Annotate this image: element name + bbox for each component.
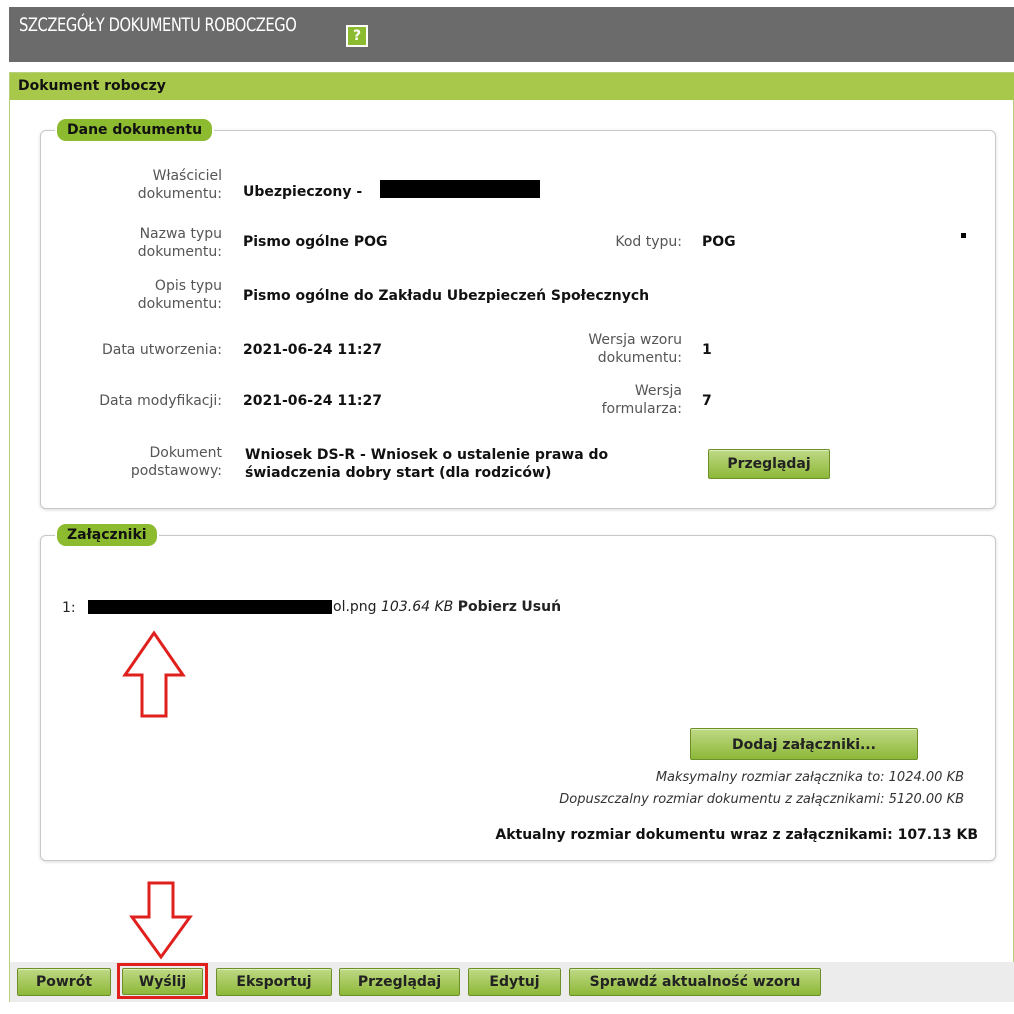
attachment-download-link[interactable]: Pobierz (458, 599, 517, 615)
browse-button[interactable]: Przeglądaj (339, 968, 460, 996)
attachment-name-redaction (88, 600, 332, 614)
base-doc-label: Dokument podstawowy: (60, 444, 222, 480)
base-doc-value-line2: świadczenia dobry start (dla rodziców) (245, 465, 552, 481)
send-button[interactable]: Wyślij (122, 968, 203, 995)
browse-base-doc-button[interactable]: Przeglądaj (708, 449, 830, 479)
add-attachments-button[interactable]: Dodaj załączniki... (690, 728, 918, 760)
owner-redaction (380, 180, 540, 198)
owner-label-line2: dokumentu: (137, 186, 222, 202)
base-doc-label-line1: Dokument (149, 445, 222, 461)
attachment-details: ol.png 103.64 KB Pobierz Usuń (333, 599, 561, 615)
current-size-text: Aktualny rozmiar dokumentu wraz z załącz… (495, 827, 978, 843)
created-value: 2021-06-24 11:27 (243, 342, 382, 358)
type-desc-label: Opis typu dokumentu: (60, 277, 222, 313)
type-name-value: Pismo ogólne POG (243, 234, 388, 250)
edit-button[interactable]: Edytuj (468, 968, 561, 996)
form-version-value: 7 (702, 393, 712, 409)
template-version-label-line1: Wersja wzoru (588, 332, 682, 348)
modified-label: Data modyfikacji: (99, 393, 222, 409)
template-version-label-line2: dokumentu: (597, 350, 682, 366)
type-code-value: POG (702, 234, 736, 250)
dot-artifact (961, 233, 966, 238)
back-button[interactable]: Powrót (17, 968, 111, 996)
max-attachment-size-note: Maksymalny rozmiar załącznika to: 1024.0… (655, 770, 964, 785)
type-name-label-line1: Nazwa typu (139, 226, 222, 242)
owner-label-line1: Właściciel (152, 168, 222, 184)
export-button[interactable]: Eksportuj (216, 968, 332, 996)
attachment-index: 1: (62, 600, 76, 616)
type-name-label-line2: dokumentu: (137, 244, 222, 260)
owner-label: Właściciel dokumentu: (60, 167, 222, 203)
attachment-delete-link[interactable]: Usuń (521, 599, 561, 615)
base-doc-label-line2: podstawowy: (130, 463, 222, 479)
base-doc-value-line1: Wniosek DS-R - Wniosek o ustalenie prawa… (245, 447, 609, 463)
check-template-button[interactable]: Sprawdź aktualność wzoru (569, 968, 821, 996)
base-doc-value: Wniosek DS-R - Wniosek o ustalenie prawa… (245, 446, 608, 482)
attachment-filename[interactable]: ol.png (333, 599, 377, 615)
owner-value: Ubezpieczony - (243, 184, 363, 200)
page-title: SZCZEGÓŁY DOKUMENTU ROBOCZEGO (19, 14, 297, 36)
attachment-size: 103.64 KB (381, 599, 454, 615)
document-data-legend: Dane dokumentu (57, 119, 213, 141)
type-desc-label-line2: dokumentu: (137, 296, 222, 312)
form-version-label: Wersja formularza: (520, 382, 682, 418)
template-version-value: 1 (702, 342, 712, 358)
template-version-label: Wersja wzoru dokumentu: (520, 331, 682, 367)
max-document-size-note: Dopuszczalny rozmiar dokumentu z załączn… (559, 792, 964, 807)
created-label: Data utworzenia: (101, 342, 222, 358)
form-version-label-line1: Wersja (634, 383, 682, 399)
attachments-legend: Załączniki (57, 524, 157, 546)
attachment-row: 1: (62, 600, 76, 616)
type-name-label: Nazwa typu dokumentu: (60, 225, 222, 261)
type-code-label: Kod typu: (615, 234, 682, 250)
type-desc-value: Pismo ogólne do Zakładu Ubezpieczeń Społ… (243, 288, 650, 304)
help-icon[interactable]: ? (346, 25, 368, 47)
panel-title: Dokument roboczy (18, 78, 166, 94)
annotation-up-arrow-icon (122, 630, 186, 718)
annotation-down-arrow-icon (129, 881, 193, 960)
type-desc-label-line1: Opis typu (154, 278, 222, 294)
modified-value: 2021-06-24 11:27 (243, 393, 382, 409)
form-version-label-line2: formularza: (601, 401, 682, 417)
